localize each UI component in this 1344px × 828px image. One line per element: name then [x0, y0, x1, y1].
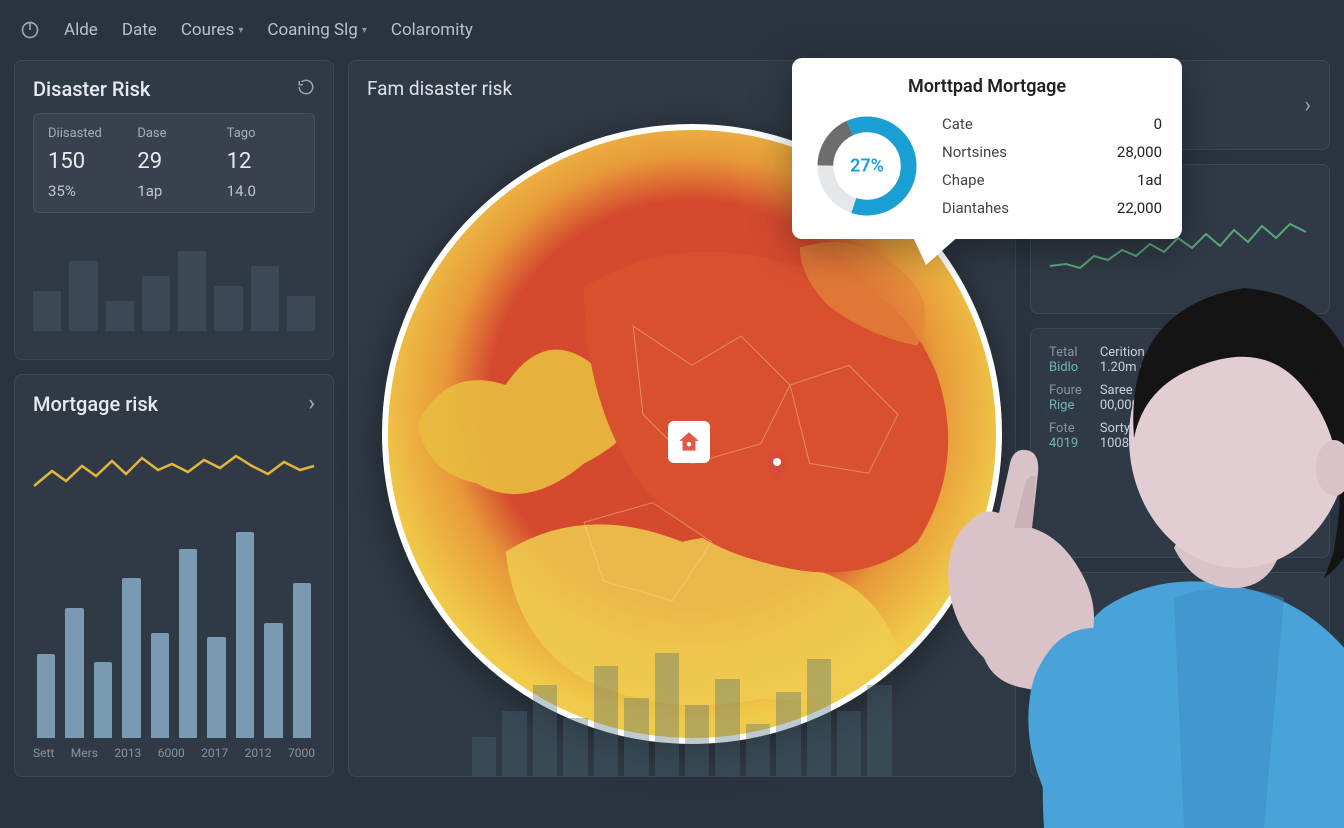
map-pin-icon[interactable]	[765, 452, 789, 480]
stat-label: Dase	[137, 126, 210, 141]
nav-item-3[interactable]: Coaning Slg▾	[267, 20, 367, 40]
stat-value: 29	[137, 149, 210, 174]
chevron-right-icon[interactable]: ›	[1304, 93, 1311, 118]
stat-sub: 14.0	[227, 182, 300, 200]
chevron-down-icon: ▾	[362, 25, 367, 36]
home-icon[interactable]	[668, 421, 710, 463]
mortgage-line-chart	[33, 436, 315, 516]
x-axis-labels: Sett Mers 2013 6000 2017 2012 7000	[33, 746, 315, 760]
map-histogram	[472, 646, 892, 776]
panel-details: TetalBidlo Cerition1.20m of 80em FoureRi…	[1030, 328, 1330, 558]
stat-value: 12	[227, 149, 300, 174]
popup-title: Morttpad Mortgage	[812, 76, 1162, 97]
stat-card: Diisasted Dase Tago 150 29 12 35% 1ap 14…	[33, 113, 315, 213]
stat-label: Tago	[227, 126, 300, 141]
stat-sub: 35%	[48, 182, 121, 200]
donut-percent: 27%	[850, 156, 884, 177]
panel-title: Disaster Risk	[33, 77, 150, 101]
nav-item-2[interactable]: Coures▾	[181, 20, 244, 40]
popup-stats: Cate0 Nortsines28,000 Chape1ad Diantahes…	[942, 115, 1162, 217]
stat-sub: 1ap	[137, 182, 210, 200]
top-nav: Alde Date Coures▾ Coaning Slg▾ Colaromit…	[0, 0, 1344, 60]
tooltip-popup: Morttpad Mortgage 27% Cate0 Nortsines28,…	[792, 58, 1182, 239]
stat-value: 150	[48, 149, 121, 174]
stat-label: Diisasted	[48, 126, 121, 141]
nav-item-0[interactable]: Alde	[64, 20, 98, 40]
panel-tycle: Tytcle	[1030, 572, 1330, 777]
nav-item-4[interactable]: Colaromity	[391, 20, 473, 40]
panel-mortgage-risk[interactable]: Mortgage risk › Sett Mers 2	[14, 374, 334, 777]
power-icon[interactable]	[20, 20, 40, 40]
panel-title: Tytcle	[1049, 589, 1311, 608]
chevron-down-icon: ▾	[238, 25, 243, 36]
donut-chart: 27%	[812, 111, 922, 221]
chevron-right-icon[interactable]: ›	[308, 391, 315, 416]
mortgage-bar-chart	[33, 528, 315, 738]
refresh-icon[interactable]	[297, 77, 315, 101]
panel-disaster-risk: Disaster Risk Diisasted Dase Tago 150 29…	[14, 60, 334, 360]
nav-item-1[interactable]: Date	[122, 20, 157, 40]
sparkbar-bg	[33, 231, 315, 331]
panel-title: Mortgage risk	[33, 392, 158, 416]
